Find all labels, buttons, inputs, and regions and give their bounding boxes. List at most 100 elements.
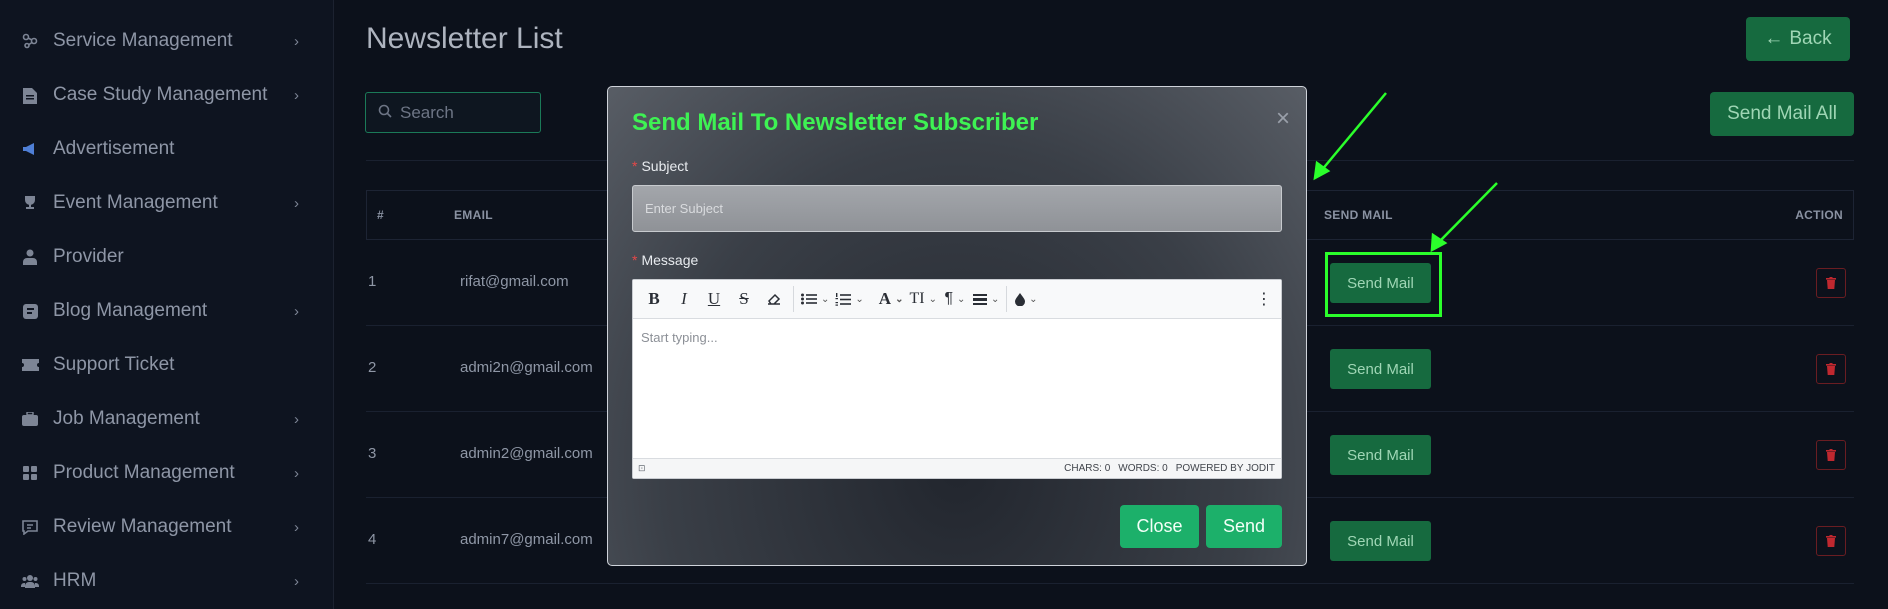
message-label-text: Message <box>641 252 699 268</box>
sidebar-item-label: Provider <box>53 246 124 267</box>
sidebar-item-service-management[interactable]: Service Management › <box>0 14 333 68</box>
source-toggle-icon[interactable]: ⊡ <box>638 463 646 474</box>
sidebar-item-product-management[interactable]: Product Management › <box>0 446 333 500</box>
chevron-right-icon: › <box>294 32 299 50</box>
comment-icon <box>20 517 40 537</box>
color-drop-icon[interactable]: ⌄ <box>1011 285 1041 313</box>
editor-content[interactable]: Start typing... <box>633 319 1281 459</box>
chevron-right-icon: › <box>294 572 299 590</box>
back-button[interactable]: ← Back <box>1746 17 1850 61</box>
required-mark: * <box>632 158 638 174</box>
paragraph-icon[interactable]: ¶ ⌄ <box>940 285 970 313</box>
delete-button[interactable] <box>1816 526 1846 556</box>
italic-icon[interactable]: I <box>669 285 699 313</box>
editor-placeholder: Start typing... <box>641 330 718 345</box>
trash-icon <box>1826 277 1836 289</box>
subject-input[interactable]: Enter Subject <box>632 185 1282 232</box>
subject-label: * Subject <box>632 158 688 174</box>
delete-button[interactable] <box>1816 354 1846 384</box>
header-email: EMAIL <box>454 208 493 222</box>
powered-by[interactable]: POWERED BY JODIT <box>1176 463 1275 474</box>
sidebar-item-case-study-management[interactable]: Case Study Management › <box>0 68 333 122</box>
numbered-list-icon[interactable]: ⌄ <box>832 285 866 313</box>
delete-button[interactable] <box>1816 268 1846 298</box>
strikethrough-icon[interactable]: S <box>729 285 759 313</box>
sidebar-item-label: Service Management <box>53 30 233 51</box>
toolbar-separator <box>1006 286 1008 312</box>
chevron-right-icon: › <box>294 518 299 536</box>
chevron-down-icon: ⌄ <box>990 293 1000 305</box>
chevron-right-icon: › <box>294 302 299 320</box>
sidebar-item-label: Event Management <box>53 192 218 213</box>
user-icon <box>20 247 40 267</box>
arrow-left-icon: ← <box>1764 28 1784 49</box>
sidebar-item-label: Advertisement <box>53 138 175 159</box>
more-options-icon[interactable]: ⋮ <box>1249 285 1279 313</box>
sidebar-item-job-management[interactable]: Job Management › <box>0 392 333 446</box>
word-count: WORDS: 0 <box>1118 463 1168 474</box>
chevron-down-icon: ⌄ <box>855 293 864 305</box>
required-mark: * <box>632 252 638 268</box>
sidebar: Service Management › Case Study Manageme… <box>0 0 334 609</box>
search-icon <box>378 103 392 123</box>
modal-title: Send Mail To Newsletter Subscriber <box>632 109 1039 136</box>
close-icon[interactable]: × <box>1276 105 1290 133</box>
trophy-icon <box>20 193 40 213</box>
row-email: admi2n@gmail.com <box>460 359 593 376</box>
chevron-right-icon: › <box>294 410 299 428</box>
sidebar-item-hrm[interactable]: HRM › <box>0 554 333 608</box>
row-number: 2 <box>368 359 377 376</box>
close-button[interactable]: Close <box>1120 505 1199 548</box>
send-button[interactable]: Send <box>1206 505 1282 548</box>
send-mail-button[interactable]: Send Mail <box>1330 435 1431 475</box>
search-input[interactable]: Search <box>365 92 541 133</box>
row-number: 1 <box>368 273 377 290</box>
row-number: 3 <box>368 445 377 462</box>
users-icon <box>20 571 40 591</box>
send-mail-button[interactable]: Send Mail <box>1330 521 1431 561</box>
sidebar-item-provider[interactable]: Provider <box>0 230 333 284</box>
annotation-highlight-box <box>1325 252 1442 317</box>
chevron-right-icon: › <box>294 464 299 482</box>
row-email: admin2@gmail.com <box>460 445 593 462</box>
chevron-down-icon: ⌄ <box>895 293 904 305</box>
row-email: rifat@gmail.com <box>460 273 569 290</box>
sidebar-item-label: Blog Management <box>53 300 208 321</box>
char-count: CHARS: 0 <box>1064 463 1111 474</box>
sidebar-item-review-management[interactable]: Review Management › <box>0 500 333 554</box>
delete-button[interactable] <box>1816 440 1846 470</box>
eraser-icon[interactable] <box>759 285 789 313</box>
sidebar-item-blog-management[interactable]: Blog Management › <box>0 284 333 338</box>
editor-statusbar: ⊡ CHARS: 0 WORDS: 0 POWERED BY JODIT <box>633 458 1281 478</box>
bulleted-list-icon[interactable]: ⌄ <box>798 285 832 313</box>
row-email: admin7@gmail.com <box>460 531 593 548</box>
trash-icon <box>1826 449 1836 461</box>
row-number: 4 <box>368 531 377 548</box>
page-title: Newsletter List <box>366 22 563 55</box>
sidebar-item-support-ticket[interactable]: Support Ticket <box>0 338 333 392</box>
sidebar-item-advertisement[interactable]: Advertisement <box>0 122 333 176</box>
header-action: ACTION <box>1795 208 1843 222</box>
font-size-icon[interactable]: TI ⌄ <box>906 285 940 313</box>
blog-icon <box>20 301 40 321</box>
bold-icon[interactable]: B <box>639 285 669 313</box>
sidebar-item-event-management[interactable]: Event Management › <box>0 176 333 230</box>
font-icon[interactable]: A ⌄ <box>876 285 907 313</box>
chevron-down-icon: ⌄ <box>928 293 937 305</box>
chevron-down-icon: ⌄ <box>821 293 830 305</box>
chevron-right-icon: › <box>294 86 299 104</box>
sidebar-item-label: HRM <box>53 570 97 591</box>
send-mail-modal: Send Mail To Newsletter Subscriber × * Su… <box>607 86 1307 566</box>
underline-icon[interactable]: U <box>699 285 729 313</box>
sidebar-item-label: Job Management <box>53 408 200 429</box>
trash-icon <box>1826 535 1836 547</box>
send-mail-all-button[interactable]: Send Mail All <box>1710 92 1854 136</box>
send-mail-button[interactable]: Send Mail <box>1330 349 1431 389</box>
sidebar-item-label: Product Management <box>53 462 235 483</box>
app-root: Service Management › Case Study Manageme… <box>0 0 1888 609</box>
editor-toolbar: B I U S ⌄ ⌄ A ⌄ TI ⌄ ¶ ⌄ ⌄ ⌄ ⋮ <box>633 280 1281 319</box>
header-send-mail: SEND MAIL <box>1324 208 1393 222</box>
chevron-down-icon: ⌄ <box>1029 293 1038 305</box>
grid-icon <box>20 463 40 483</box>
line-height-icon[interactable]: ⌄ <box>970 285 1002 313</box>
